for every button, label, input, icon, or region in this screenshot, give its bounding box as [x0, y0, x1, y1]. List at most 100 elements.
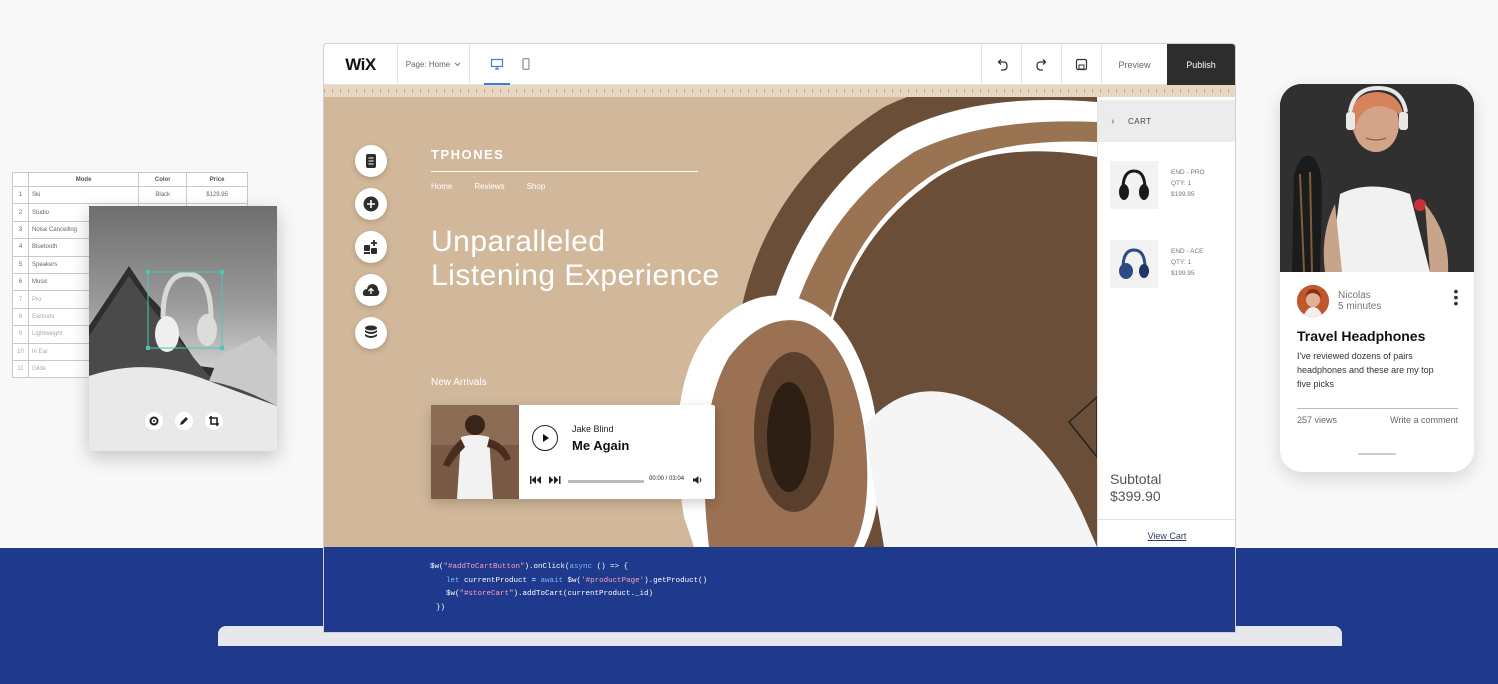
sheet-cell-color: Black: [138, 185, 188, 205]
more-options-icon[interactable]: • • •: [1453, 284, 1459, 310]
cart-header: › CART: [1098, 100, 1235, 142]
blog-photo: [1280, 84, 1474, 273]
cart-subtotal: Subtotal $399.90: [1110, 471, 1161, 505]
gear-icon[interactable]: [145, 412, 163, 430]
image-tools: [145, 412, 223, 430]
sheet-row-number: 4: [12, 238, 29, 257]
ruler: [324, 85, 1235, 97]
site-brand[interactable]: TPHONES: [431, 147, 504, 162]
chevron-down-icon: [454, 60, 461, 69]
brand-divider: [431, 171, 698, 172]
add-icon[interactable]: [355, 188, 387, 220]
sheet-header: Color: [138, 172, 188, 187]
home-indicator: [1358, 453, 1396, 455]
cart-item-info: END - PRO QTY: 1 $199.95: [1171, 167, 1205, 200]
editor-window: WiX Page: Home Preview Publish TPHONES H…: [323, 43, 1236, 633]
sheet-row-number: 11: [12, 359, 29, 379]
code-line: $w("#storeCart").addToCart(currentProduc…: [446, 590, 654, 598]
cart-item-name: END - PRO: [1171, 169, 1205, 176]
cart-item-price: $199.95: [1171, 270, 1195, 277]
sheet-row-number: 2: [12, 203, 29, 222]
progress-bar[interactable]: [568, 480, 644, 483]
song-title: Me Again: [572, 438, 630, 453]
sheet-row[interactable]: 1 Ski Black $129.95: [12, 185, 248, 205]
cart-title: CART: [1128, 116, 1152, 126]
cart-panel: › CART END - PRO QTY: 1 $199.95 END - AC…: [1097, 100, 1235, 547]
cart-item[interactable]: END - PRO QTY: 1 $199.95: [1110, 161, 1230, 211]
mobile-icon[interactable]: [522, 44, 530, 85]
page-selector-label: Page: Home: [405, 60, 451, 69]
post-title[interactable]: Travel Headphones: [1297, 328, 1425, 344]
undo-icon[interactable]: [981, 44, 1021, 85]
sheet-cell-price: $129.95: [186, 185, 248, 205]
music-player: Jake Blind Me Again 00:00 / 03:04: [431, 405, 715, 499]
pencil-icon[interactable]: [175, 412, 193, 430]
sheet-row-number: 9: [12, 325, 29, 344]
editor-topbar: WiX Page: Home Preview Publish: [324, 44, 1235, 85]
post-excerpt: I've reviewed dozens of pairs headphones…: [1297, 351, 1434, 389]
sheet-header: Price: [186, 172, 248, 187]
cart-item-name: END - ACE: [1171, 248, 1204, 255]
code-line: }): [436, 603, 446, 612]
code-panel[interactable]: $w("#addToCartButton").onClick(async () …: [324, 547, 1235, 632]
desktop-icon[interactable]: [484, 44, 510, 85]
next-icon[interactable]: [549, 476, 561, 486]
volume-icon[interactable]: [693, 476, 703, 486]
album-art: [431, 405, 519, 499]
image-editor-card[interactable]: [89, 206, 277, 451]
view-cart-link[interactable]: View Cart: [1098, 531, 1235, 541]
avatar[interactable]: [1297, 285, 1329, 317]
wix-logo[interactable]: WiX: [324, 44, 398, 85]
subtotal-label: Subtotal: [1110, 471, 1162, 487]
phone-preview: Nicolas 5 minutes • • • Travel Headphones …: [1280, 84, 1474, 472]
sheet-cell-mode: Ski: [27, 185, 140, 205]
write-comment-link[interactable]: Write a comment: [1390, 415, 1458, 425]
sheet-corner: [12, 172, 29, 187]
nav-item-shop[interactable]: Shop: [527, 182, 546, 191]
preview-button[interactable]: Preview: [1101, 44, 1167, 85]
subtotal-value: $399.90: [1110, 488, 1161, 504]
code-line: let currentProduct = await $w('#productP…: [446, 576, 708, 585]
sheet-row-number: 7: [12, 290, 29, 309]
cart-item-price: $199.95: [1171, 191, 1195, 198]
cart-divider: [1098, 519, 1235, 520]
previous-icon[interactable]: [530, 476, 542, 486]
code-line: $w("#addToCartButton").onClick(async () …: [430, 563, 629, 571]
sheet-row-number: 8: [12, 307, 29, 327]
nav-item-reviews[interactable]: Reviews: [474, 182, 504, 191]
product-thumbnail: [1110, 161, 1158, 209]
product-thumbnail: [1110, 240, 1158, 288]
sheet-row-number: 3: [12, 220, 29, 240]
crop-icon[interactable]: [205, 412, 223, 430]
site-canvas: TPHONES Home Reviews Shop Unparalleled L…: [324, 97, 1097, 547]
page-selector[interactable]: Page: Home: [398, 44, 470, 85]
sheet-row-number: 5: [12, 255, 29, 274]
view-count: 257 views: [1297, 415, 1338, 425]
sheet-row-number: 1: [12, 185, 29, 205]
chevron-right-icon[interactable]: ›: [1098, 116, 1128, 127]
cart-item[interactable]: END - ACE QTY: 1 $199.95: [1110, 240, 1230, 290]
site-nav: Home Reviews Shop: [431, 182, 545, 191]
pages-icon[interactable]: [355, 145, 387, 177]
nav-item-home[interactable]: Home: [431, 182, 452, 191]
new-arrivals-label: New Arrivals: [431, 377, 487, 388]
publish-button[interactable]: Publish: [1167, 44, 1235, 85]
time-display: 00:00 / 03:04: [649, 476, 685, 482]
headline-line-1: Unparalleled: [431, 225, 606, 258]
author-info: Nicolas 5 minutes: [1338, 290, 1381, 312]
sheet-row-number: 10: [12, 342, 29, 361]
redo-icon[interactable]: [1021, 44, 1061, 85]
play-button[interactable]: [532, 425, 558, 451]
save-icon[interactable]: [1061, 44, 1101, 85]
author-name: Nicolas: [1338, 290, 1371, 301]
database-icon[interactable]: [355, 317, 387, 349]
post-divider: [1297, 408, 1458, 409]
artist-name: Jake Blind: [572, 424, 614, 434]
apps-icon[interactable]: [355, 231, 387, 263]
headline-line-2: Listening Experience: [431, 259, 720, 292]
sheet-row-number: 6: [12, 272, 29, 292]
cart-item-qty: QTY: 1: [1171, 180, 1192, 187]
hero-headline: Unparalleled Listening Experience: [431, 225, 751, 293]
post-time: 5 minutes: [1338, 301, 1382, 312]
upload-icon[interactable]: [355, 274, 387, 306]
